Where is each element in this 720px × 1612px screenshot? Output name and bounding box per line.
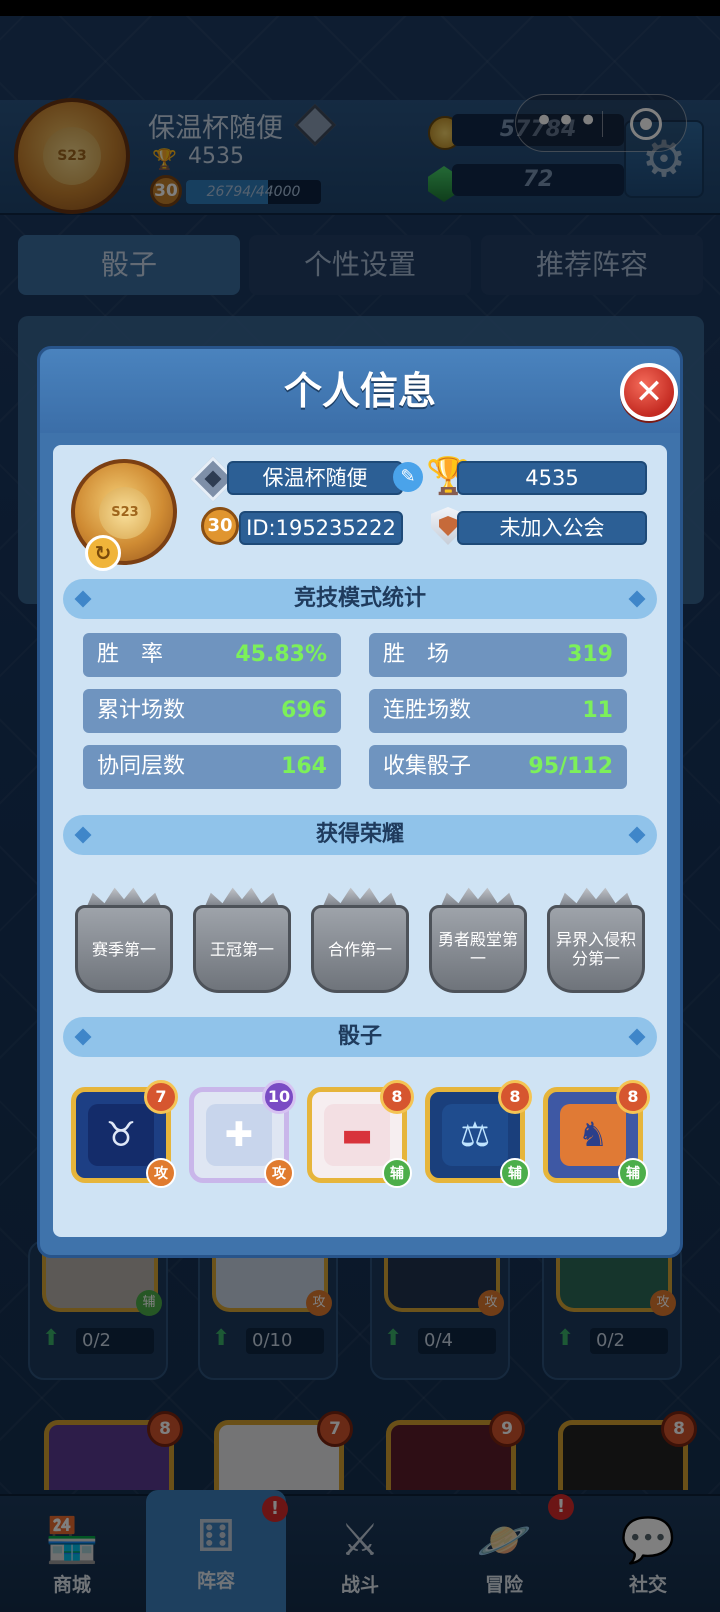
honor-label: 赛季第一 (75, 905, 173, 993)
modal-title: 个人信息 (283, 369, 436, 413)
diamond-ornament (74, 590, 92, 608)
section-dice-header: 骰子 (63, 1017, 657, 1057)
section-title: 获得荣耀 (315, 822, 404, 847)
dice-level: 8 (616, 1080, 650, 1114)
stat-value: 164 (281, 754, 327, 779)
honor-label: 合作第一 (311, 905, 409, 993)
diamond-ornament (628, 590, 646, 608)
honor-badge[interactable]: 合作第一 (307, 885, 413, 993)
section-stats-header: 竞技模式统计 (63, 579, 657, 619)
section-title: 骰子 (337, 1024, 382, 1049)
cylinder-icon: ▬ (324, 1104, 390, 1166)
cross-icon: ✚ (206, 1104, 272, 1166)
modal-header: 个人信息 (40, 349, 680, 433)
role-badge: 辅 (500, 1158, 530, 1188)
scales-icon: ⚖ (442, 1104, 508, 1166)
ox-icon: ♉ (88, 1104, 154, 1166)
honor-label: 异界入侵积分第一 (547, 905, 645, 993)
dice-level: 7 (144, 1080, 178, 1114)
stat-value: 45.83% (235, 642, 327, 667)
honor-badge[interactable]: 勇者殿堂第一 (425, 885, 531, 993)
profile-badge[interactable]: S23 ↻ (71, 459, 177, 571)
stat-label: 累计场数 (97, 698, 186, 723)
profile-badge-label: S23 (99, 487, 151, 539)
dice-card[interactable]: ♉ 7 攻 (71, 1080, 178, 1188)
dice-level: 8 (380, 1080, 414, 1114)
stat-wins: 胜 场 319 (369, 633, 627, 677)
dice-card[interactable]: ⚖ 8 辅 (425, 1080, 532, 1188)
guild-status: 未加入公会 (457, 511, 647, 545)
dice-card[interactable]: ♞ 8 辅 (543, 1080, 650, 1188)
stat-label: 胜 率 (97, 642, 164, 667)
profile-id: ID:195235222 (239, 511, 403, 545)
diamond-ornament (74, 1028, 92, 1046)
dice-card[interactable]: ✚ 10 攻 (189, 1080, 296, 1188)
role-badge: 攻 (264, 1158, 294, 1188)
status-bar (0, 0, 720, 16)
dice-level: 8 (498, 1080, 532, 1114)
dice-level: 10 (262, 1080, 296, 1114)
stat-win-streak: 连胜场数 11 (369, 689, 627, 733)
refresh-badge-icon[interactable]: ↻ (85, 535, 121, 571)
figure-icon: ♞ (560, 1104, 626, 1166)
stat-dice-collected: 收集骰子 95/112 (369, 745, 627, 789)
stat-value: 11 (582, 698, 613, 723)
role-badge: 攻 (146, 1158, 176, 1188)
stat-label: 协同层数 (97, 754, 186, 779)
stat-label: 连胜场数 (383, 698, 472, 723)
honor-label: 王冠第一 (193, 905, 291, 993)
diamond-ornament (74, 826, 92, 844)
stat-value: 696 (281, 698, 327, 723)
stat-coop-floors: 协同层数 164 (83, 745, 341, 789)
profile-trophies: 4535 (457, 461, 647, 495)
diamond-ornament (628, 826, 646, 844)
section-honors-header: 获得荣耀 (63, 815, 657, 855)
role-badge: 辅 (382, 1158, 412, 1188)
diamond-ornament (628, 1028, 646, 1046)
stat-win-rate: 胜 率 45.83% (83, 633, 341, 677)
stat-value: 95/112 (528, 754, 613, 779)
level-icon: 30 (201, 507, 239, 545)
role-badge: 辅 (618, 1158, 648, 1188)
modal-body: S23 ↻ 保温杯随便 ✎ 🏆 4535 30 ID:195235222 未加入… (53, 445, 667, 1237)
honor-badge[interactable]: 王冠第一 (189, 885, 295, 993)
edit-name-icon[interactable]: ✎ (393, 462, 423, 492)
stat-label: 胜 场 (383, 642, 450, 667)
close-button[interactable]: ✕ (620, 363, 678, 421)
stat-total-matches: 累计场数 696 (83, 689, 341, 733)
honor-badge[interactable]: 异界入侵积分第一 (543, 885, 649, 993)
dice-card[interactable]: ▬ 8 辅 (307, 1080, 414, 1188)
stat-value: 319 (567, 642, 613, 667)
section-title: 竞技模式统计 (293, 586, 426, 611)
honor-badge[interactable]: 赛季第一 (71, 885, 177, 993)
stat-label: 收集骰子 (383, 754, 472, 779)
honor-label: 勇者殿堂第一 (429, 905, 527, 993)
profile-modal: 个人信息 ✕ S23 ↻ 保温杯随便 ✎ 🏆 4535 30 ID:195235… (37, 346, 683, 1258)
profile-name: 保温杯随便 (227, 461, 403, 495)
